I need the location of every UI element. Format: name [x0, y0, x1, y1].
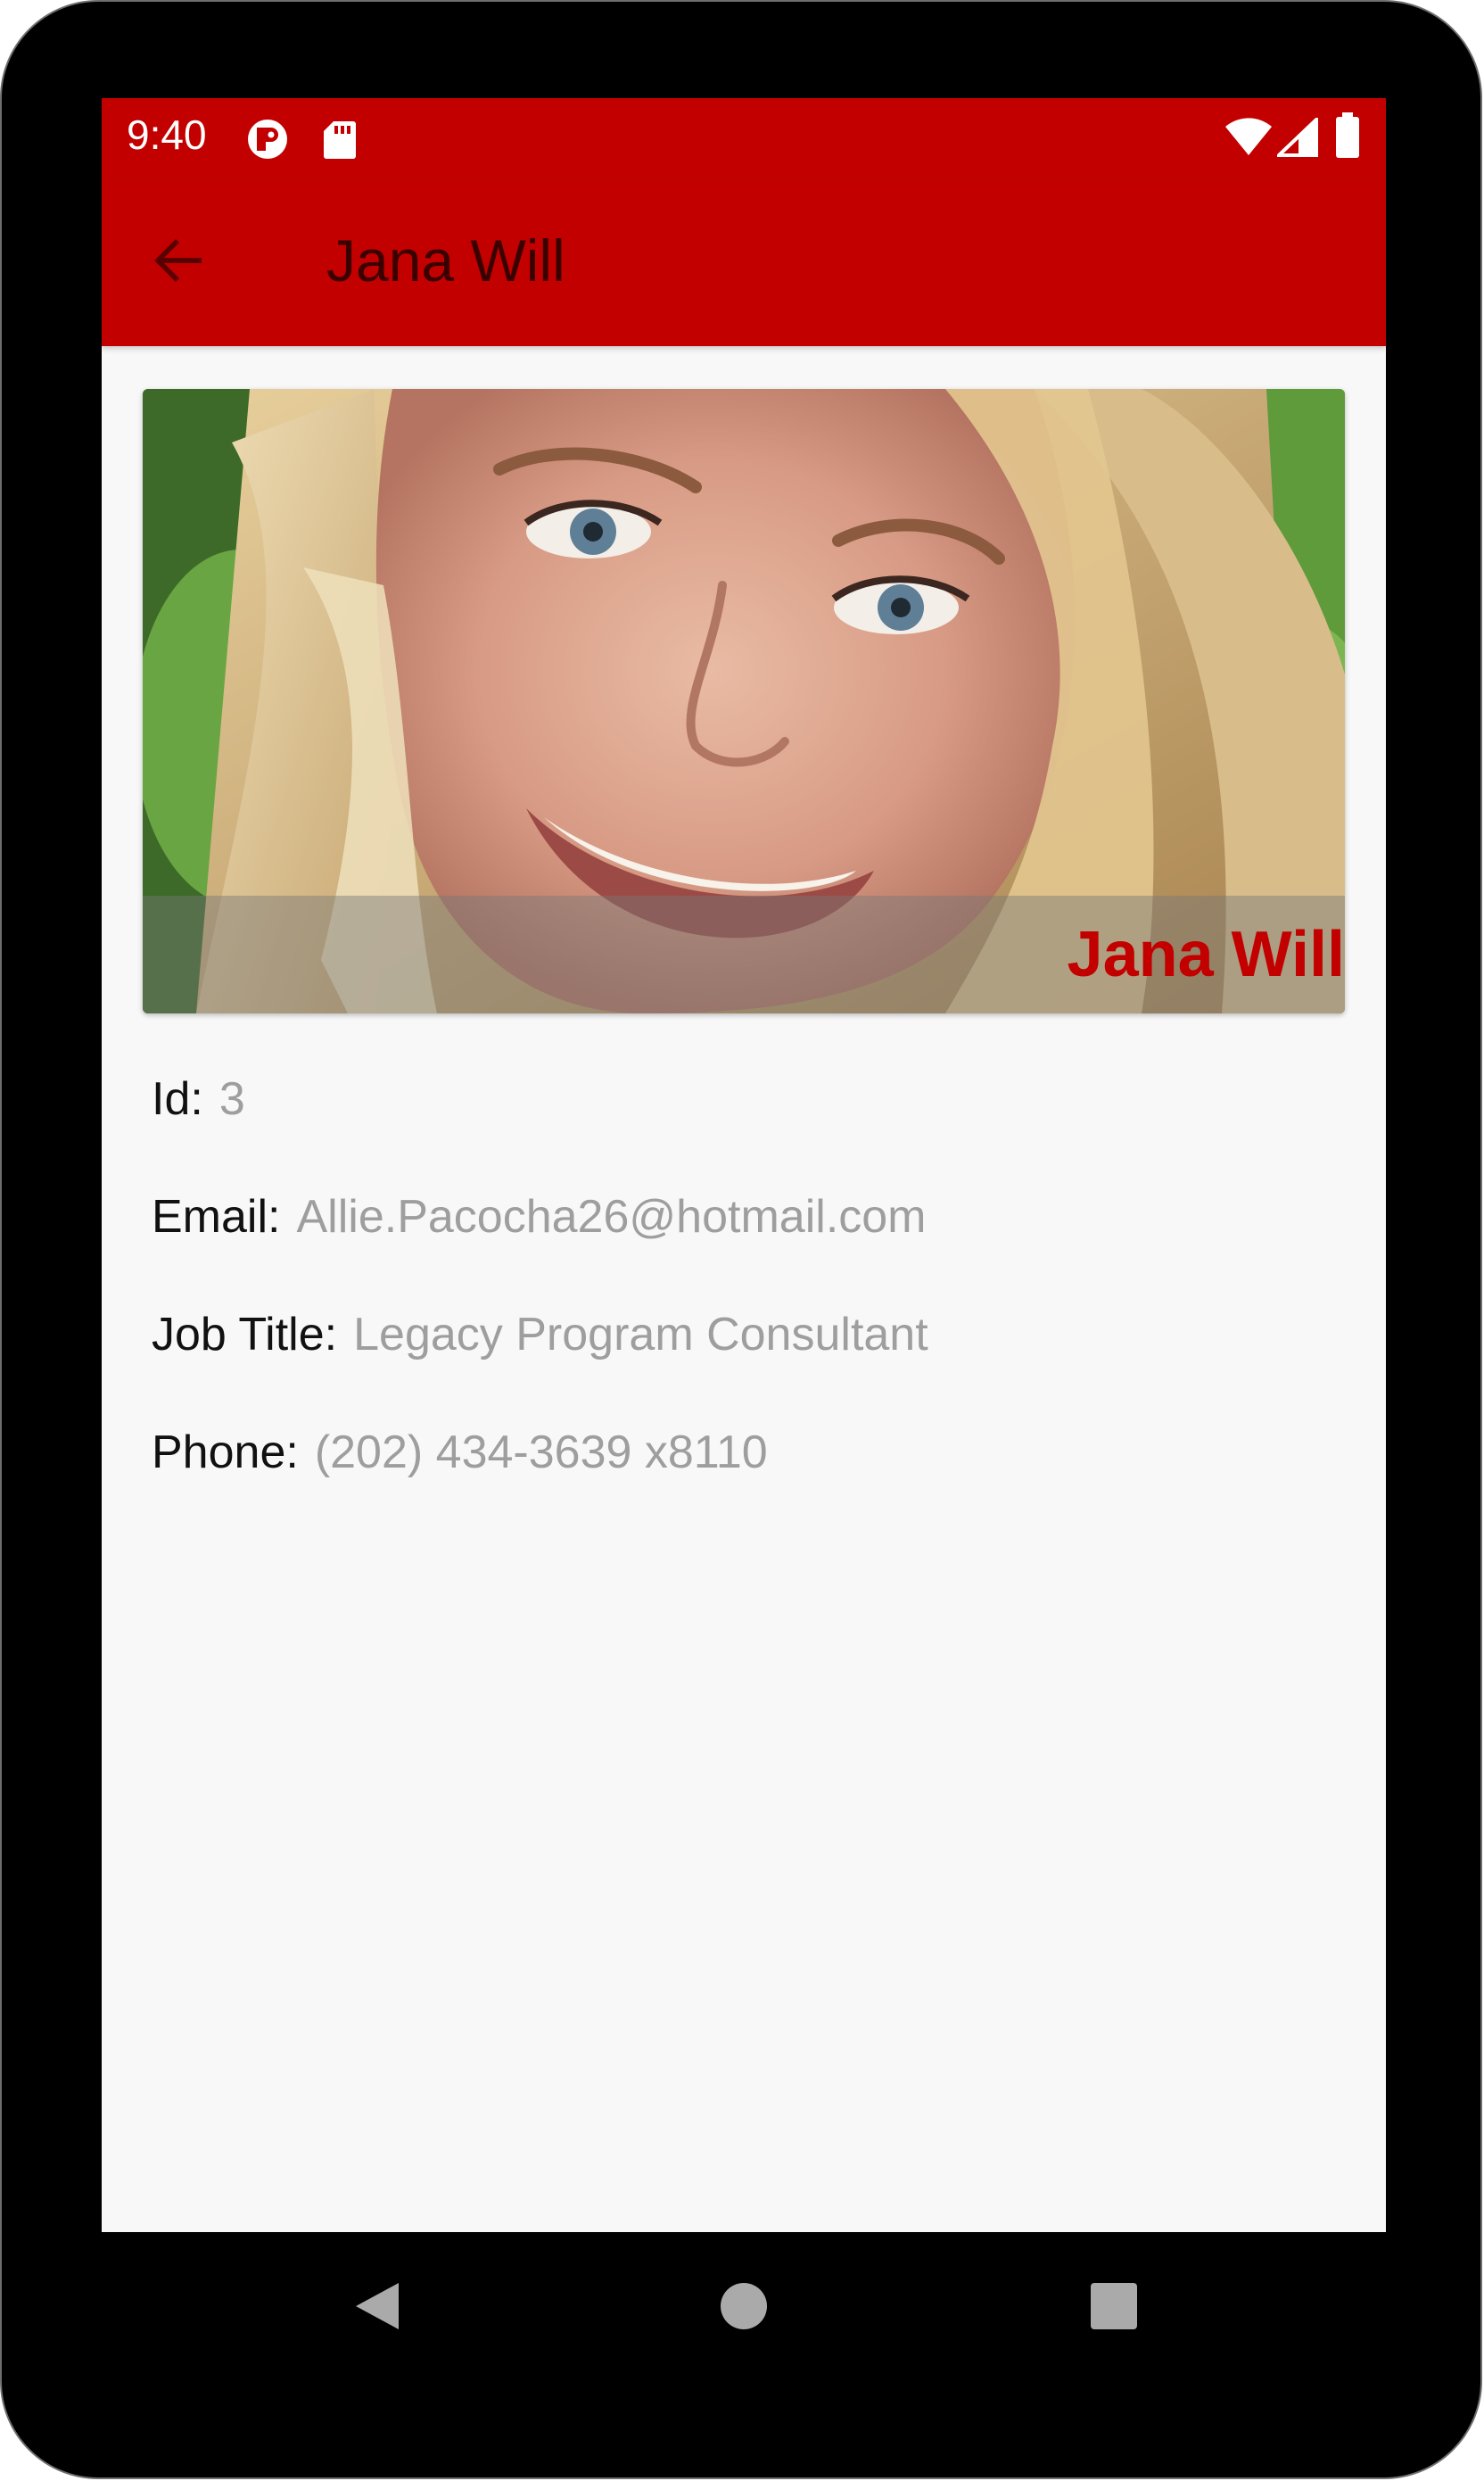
notification-app-icon [246, 118, 289, 165]
triangle-back-icon [352, 2279, 402, 2337]
square-recents-icon [1090, 2282, 1138, 2335]
page-title: Jana Will [326, 227, 565, 294]
email-label: Email: [152, 1191, 281, 1243]
system-nav-bar [102, 2232, 1386, 2384]
arrow-back-icon [150, 232, 207, 294]
status-bar: 9:40 [102, 98, 1386, 178]
status-time: 9:40 [127, 112, 207, 158]
detail-email: Email: Allie.Pacocha26@hotmail.com [152, 1194, 927, 1240]
photo-caption: Jana Will [1067, 919, 1345, 990]
job-title-label: Job Title: [152, 1309, 338, 1360]
email-value: Allie.Pacocha26@hotmail.com [296, 1191, 927, 1243]
id-value: 3 [218, 1073, 245, 1125]
detail-id: Id: 3 [152, 1076, 245, 1122]
nav-recents-button[interactable] [1074, 2268, 1154, 2348]
phone-value: (202) 434-3639 x8110 [314, 1427, 768, 1478]
wifi-icon [1224, 116, 1274, 161]
app-bar: Jana Will [102, 178, 1386, 346]
battery-icon [1334, 112, 1361, 163]
app-screen: 9:40 Jana Will Jana Will Id: 3 Email: Al… [102, 98, 1386, 2232]
back-button[interactable] [141, 225, 216, 300]
detail-job-title: Job Title: Legacy Program Consultant [152, 1311, 928, 1358]
sd-card-icon [323, 120, 357, 163]
detail-phone: Phone: (202) 434-3639 x8110 [152, 1429, 768, 1476]
job-title-value: Legacy Program Consultant [353, 1309, 928, 1360]
circle-home-icon [719, 2281, 769, 2336]
id-label: Id: [152, 1073, 203, 1125]
nav-home-button[interactable] [704, 2268, 784, 2348]
profile-photo-card: Jana Will [143, 389, 1345, 1013]
signal-icon [1274, 115, 1318, 161]
phone-label: Phone: [152, 1427, 299, 1478]
nav-back-button[interactable] [337, 2268, 417, 2348]
